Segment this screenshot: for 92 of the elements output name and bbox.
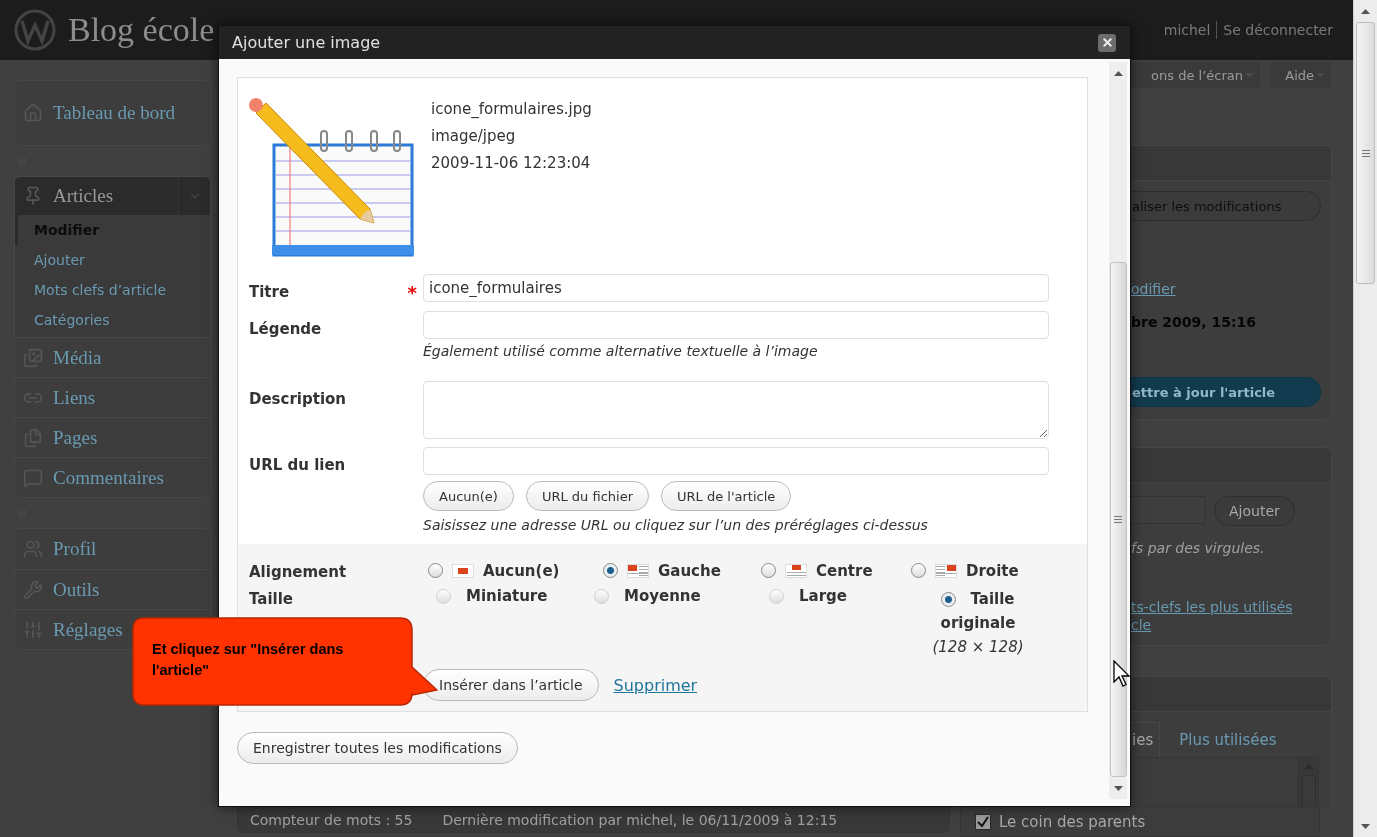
- close-button[interactable]: [1098, 33, 1116, 52]
- site-title[interactable]: Blog école: [68, 11, 215, 49]
- alignment-radio[interactable]: [428, 563, 443, 578]
- menu-icon: [23, 539, 43, 559]
- field-label: Titre: [249, 283, 290, 301]
- scrollbar[interactable]: [1353, 0, 1377, 837]
- text-field[interactable]: icone_formulaires: [423, 274, 1049, 302]
- size-label: Taille: [970, 589, 1015, 610]
- delete-link[interactable]: Supprimer: [613, 675, 698, 695]
- field-label: Taille: [249, 590, 294, 608]
- submenu-item[interactable]: Ajouter: [15, 245, 210, 275]
- field-hint: Saisissez une adresse URL ou cliquez sur l’un des préréglages ci-dessus: [423, 517, 928, 533]
- menu-icon: [23, 579, 43, 600]
- screen-options-tab[interactable]: ons de l’écran: [1131, 62, 1260, 88]
- size-label: originale: [940, 613, 1016, 634]
- logout-link[interactable]: Se déconnecter: [1223, 22, 1333, 38]
- menu-icon: [23, 186, 43, 206]
- alignment-radio[interactable]: [911, 563, 926, 578]
- category-checkbox[interactable]: [975, 813, 991, 830]
- description-field[interactable]: [423, 381, 1049, 439]
- menu-item[interactable]: Tableau de bord: [15, 81, 210, 145]
- size-label: Large: [799, 587, 847, 605]
- field-label: URL du lien: [249, 456, 346, 474]
- required-mark: *: [407, 283, 417, 303]
- menu-header[interactable]: Articles: [15, 177, 210, 215]
- alignment-radio[interactable]: [603, 563, 618, 578]
- category-tab[interactable]: Plus utilisées: [1178, 722, 1284, 757]
- edit-link[interactable]: odifier: [1131, 281, 1176, 297]
- menu-item[interactable]: Pages: [15, 417, 210, 457]
- grip-icon: [1361, 149, 1370, 157]
- alignment-label: Gauche: [658, 561, 721, 580]
- update-button[interactable]: ettre à jour l'article: [1131, 377, 1321, 407]
- logo-icon[interactable]: [14, 9, 56, 51]
- file-date: 2009-11-06 12:23:04: [431, 153, 592, 174]
- popular-tags-link[interactable]: cle: [1131, 617, 1293, 633]
- help-tab[interactable]: Aide: [1270, 62, 1331, 88]
- alignment-label: Centre: [816, 561, 873, 580]
- url-preset-button[interactable]: URL de l'article: [661, 481, 792, 511]
- alignment-icon: [935, 563, 957, 578]
- last-modified: Dernière modification par michel, le 06/11/2009 à 12:15: [442, 812, 838, 828]
- publish-date: bre 2009, 15:16: [1131, 314, 1256, 330]
- tags-hint: fs par des virgules.: [1131, 540, 1265, 556]
- alignment-label: Aucun(e): [483, 561, 560, 580]
- word-count: Compteur de mots : 55: [250, 812, 413, 828]
- tag-input[interactable]: [1131, 496, 1205, 524]
- scrollbar[interactable]: [1109, 62, 1127, 799]
- add-button[interactable]: Ajouter: [1214, 496, 1295, 526]
- user-name[interactable]: michel: [1163, 22, 1211, 38]
- grip-icon: [1114, 516, 1122, 523]
- menu-icon: [23, 427, 43, 448]
- menu-icon: [23, 103, 43, 123]
- alignment-label: Droite: [966, 561, 1019, 580]
- url-preset-button[interactable]: Aucun(e): [423, 481, 514, 511]
- size-radio[interactable]: [941, 591, 957, 607]
- alignment-icon: [452, 563, 474, 578]
- popular-tags-link[interactable]: ts-clefs les plus utilisés: [1131, 599, 1293, 615]
- field-hint: Également utilisé comme alternative textuelle à l’image: [423, 343, 818, 359]
- alignment-icon: [785, 563, 807, 578]
- size-label: Moyenne: [624, 587, 701, 605]
- scroll-down-icon[interactable]: [1113, 785, 1123, 791]
- category-label: Le coin des parents: [999, 812, 1146, 831]
- alignment-icon: [627, 563, 649, 578]
- scroll-up-icon[interactable]: [1113, 70, 1123, 76]
- alignment-radio[interactable]: [761, 563, 776, 578]
- menu-icon: [23, 347, 43, 368]
- image-dimensions: (128 × 128): [932, 637, 1024, 658]
- field-label: Alignement: [249, 563, 347, 581]
- file-type: image/jpeg: [431, 126, 517, 147]
- insert-button[interactable]: Insérer dans l’article: [423, 669, 599, 701]
- dialog-title: Ajouter une image: [232, 33, 381, 52]
- category-tab[interactable]: ies: [1131, 722, 1161, 757]
- field-label: Légende: [249, 320, 322, 338]
- url-preset-button[interactable]: URL du fichier: [525, 481, 649, 511]
- url-field[interactable]: [423, 447, 1049, 475]
- menu-icon: [23, 467, 43, 488]
- text-field[interactable]: [423, 311, 1049, 339]
- menu-item[interactable]: Média: [15, 337, 210, 377]
- menu-item[interactable]: Liens: [15, 377, 210, 417]
- file-name: icone_formulaires.jpg: [431, 99, 592, 120]
- menu-item[interactable]: Profil: [15, 529, 210, 569]
- submenu-item[interactable]: Mots clefs d’article: [15, 275, 210, 305]
- scroll-thumb[interactable]: [1356, 22, 1375, 284]
- menu-item[interactable]: Outils: [15, 569, 210, 609]
- size-label: Miniature: [466, 587, 548, 605]
- field-label: Description: [249, 390, 347, 408]
- scroll-down-icon[interactable]: [1361, 823, 1370, 829]
- close-icon: [1100, 36, 1114, 49]
- menu-icon: [23, 619, 43, 640]
- scroll-up-icon[interactable]: [1361, 8, 1370, 14]
- menu-item[interactable]: Commentaires: [15, 457, 210, 497]
- save-all-button[interactable]: Enregistrer toutes les modifications: [237, 732, 518, 764]
- submenu-item[interactable]: Catégories: [15, 305, 210, 335]
